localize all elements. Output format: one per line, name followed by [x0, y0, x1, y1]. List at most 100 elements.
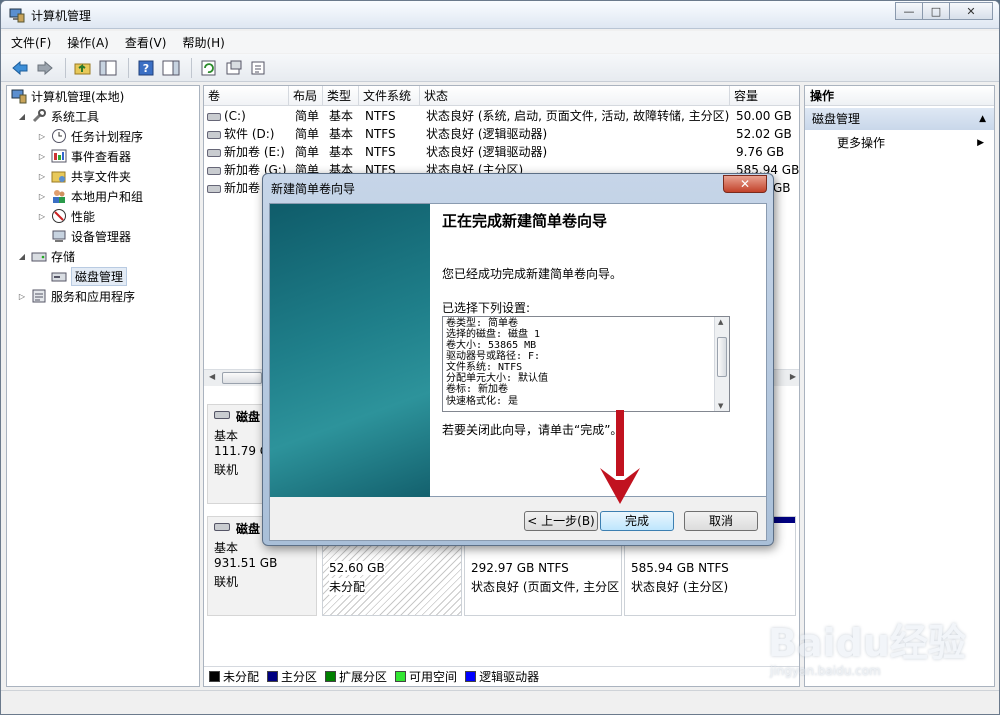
wizard-success-text: 您已经成功完成新建简单卷向导。: [442, 267, 623, 281]
legend-item: 主分区: [267, 668, 317, 685]
drive-icon: [207, 148, 221, 157]
close-button[interactable]: ✕: [949, 2, 993, 20]
legend-item: 逻辑驱动器: [465, 668, 539, 685]
console-tree: 计算机管理(本地) ◢ 系统工具 ▷ 任务计划程序 ▷ 事件查看器 ▷ 共享文件…: [6, 85, 200, 687]
properties-icon[interactable]: [223, 57, 245, 79]
disk-icon: [214, 523, 230, 531]
volume-row[interactable]: (C:) 简单 基本 NTFS 状态良好 (系统, 启动, 页面文件, 活动, …: [204, 107, 799, 125]
drive-icon: [207, 130, 221, 139]
export-icon[interactable]: [248, 57, 270, 79]
back-button[interactable]: < 上一步(B): [524, 511, 598, 531]
tree-item-task-scheduler[interactable]: ▷ 任务计划程序: [37, 126, 143, 146]
toolbar-separator: [65, 57, 66, 78]
dialog-close-button[interactable]: ✕: [723, 175, 767, 193]
settings-summary-box[interactable]: 卷类型: 简单卷 选择的磁盘: 磁盘 1 卷大小: 53865 MB 驱动器号或…: [442, 316, 730, 412]
shared-folder-icon: [51, 168, 67, 184]
tree-item-storage[interactable]: ◢ 存储: [17, 246, 75, 266]
menu-action[interactable]: 操作(A): [67, 34, 109, 51]
forward-icon[interactable]: [34, 57, 56, 79]
cancel-button[interactable]: 取消: [684, 511, 758, 531]
dialog-button-bar: < 上一步(B) 完成 取消: [269, 497, 767, 541]
column-header-type[interactable]: 类型: [323, 86, 359, 106]
column-header-capacity[interactable]: 容量: [730, 86, 799, 106]
up-folder-icon[interactable]: [72, 57, 94, 79]
expanded-triangle-icon[interactable]: ◢: [17, 252, 27, 261]
menu-view[interactable]: 查看(V): [125, 34, 167, 51]
event-viewer-icon: [51, 148, 67, 164]
tree-item-device-manager[interactable]: 设备管理器: [51, 226, 131, 246]
red-arrow-annotation-icon: [600, 410, 640, 504]
drive-icon: [207, 184, 221, 193]
tree-item-performance[interactable]: ▷ 性能: [37, 206, 95, 226]
legend-swatch: [325, 671, 337, 682]
scroll-left-icon[interactable]: ◀: [209, 372, 215, 381]
column-header-layout[interactable]: 布局: [289, 86, 323, 106]
tree-item-shared-folders[interactable]: ▷ 共享文件夹: [37, 166, 131, 186]
collapsed-triangle-icon[interactable]: ▷: [37, 132, 47, 141]
scroll-up-icon[interactable]: ▲: [718, 318, 723, 326]
tree-item-disk-management[interactable]: 磁盘管理: [51, 266, 128, 286]
collapsed-triangle-icon[interactable]: ▷: [37, 192, 47, 201]
clock-icon: [51, 128, 67, 144]
computer-management-icon: [11, 88, 27, 104]
refresh-icon[interactable]: [198, 57, 220, 79]
collapsed-triangle-icon[interactable]: ▷: [17, 292, 27, 301]
legend-item: 可用空间: [395, 668, 457, 685]
back-icon[interactable]: [9, 57, 31, 79]
collapsed-triangle-icon[interactable]: ▷: [37, 172, 47, 181]
toolbar-separator: [191, 57, 192, 78]
more-actions-item[interactable]: 更多操作 ▶: [805, 133, 994, 153]
legend-swatch: [209, 671, 220, 682]
tree-item-event-viewer[interactable]: ▷ 事件查看器: [37, 146, 131, 166]
title-bar[interactable]: 计算机管理 — □ ✕: [1, 1, 999, 29]
scroll-right-icon[interactable]: ▶: [790, 372, 796, 381]
menu-help[interactable]: 帮助(H): [182, 34, 224, 51]
scroll-down-icon[interactable]: ▼: [718, 402, 723, 410]
finish-button[interactable]: 完成: [600, 511, 674, 531]
drive-icon: [207, 166, 221, 175]
volume-row[interactable]: 新加卷 (E:) 简单 基本 NTFS 状态良好 (逻辑驱动器) 9.76 GB: [204, 143, 799, 161]
window-controls: — □ ✕: [895, 2, 993, 20]
svg-text:?: ?: [143, 62, 149, 75]
menu-bar: 文件(F) 操作(A) 查看(V) 帮助(H): [1, 31, 999, 53]
collapsed-triangle-icon[interactable]: ▷: [37, 152, 47, 161]
collapse-up-icon[interactable]: ▲: [979, 108, 986, 130]
actions-section-disk-management[interactable]: 磁盘管理 ▲: [805, 108, 994, 130]
dialog-title: 新建简单卷向导: [271, 182, 356, 196]
toolbar: ?: [1, 54, 999, 82]
window-title: 计算机管理: [31, 9, 92, 23]
expanded-triangle-icon[interactable]: ◢: [17, 112, 27, 121]
actions-header: 操作: [805, 86, 994, 106]
vertical-scrollbar[interactable]: ▲ ▼: [714, 317, 729, 411]
column-header-volume[interactable]: 卷: [204, 86, 289, 106]
show-hide-tree-icon[interactable]: [97, 57, 119, 79]
scroll-thumb[interactable]: [717, 337, 727, 377]
scroll-thumb[interactable]: [222, 372, 262, 384]
device-manager-icon: [51, 228, 67, 244]
column-header-status[interactable]: 状态: [420, 86, 730, 106]
disk-icon: [214, 411, 230, 419]
performance-icon: [51, 208, 67, 224]
tree-item-system-tools[interactable]: ◢ 系统工具: [17, 106, 99, 126]
tree-item-local-users[interactable]: ▷ 本地用户和组: [37, 186, 143, 206]
maximize-button[interactable]: □: [922, 2, 950, 20]
show-pane-icon[interactable]: [160, 57, 182, 79]
volume-row[interactable]: 软件 (D:) 简单 基本 NTFS 状态良好 (逻辑驱动器) 52.02 GB: [204, 125, 799, 143]
minimize-button[interactable]: —: [895, 2, 923, 20]
disk-management-icon: [51, 268, 67, 284]
collapsed-triangle-icon[interactable]: ▷: [37, 212, 47, 221]
actions-pane: 操作 磁盘管理 ▲ 更多操作 ▶: [804, 85, 995, 687]
column-header-filesystem[interactable]: 文件系统: [359, 86, 420, 106]
wizard-side-graphic: [270, 204, 430, 498]
legend-swatch: [267, 671, 279, 682]
tree-item-services[interactable]: ▷ 服务和应用程序: [17, 286, 135, 306]
tree-item-root[interactable]: 计算机管理(本地): [11, 86, 124, 106]
legend-item: 未分配: [209, 668, 259, 685]
legend-swatch: [465, 671, 477, 682]
help-icon[interactable]: ?: [135, 57, 157, 79]
legend: 未分配 主分区 扩展分区 可用空间 逻辑驱动器: [204, 666, 799, 686]
wizard-heading: 正在完成新建简单卷向导: [442, 212, 608, 230]
computer-management-icon: [9, 8, 25, 23]
menu-file[interactable]: 文件(F): [11, 34, 51, 51]
legend-swatch: [395, 671, 407, 682]
